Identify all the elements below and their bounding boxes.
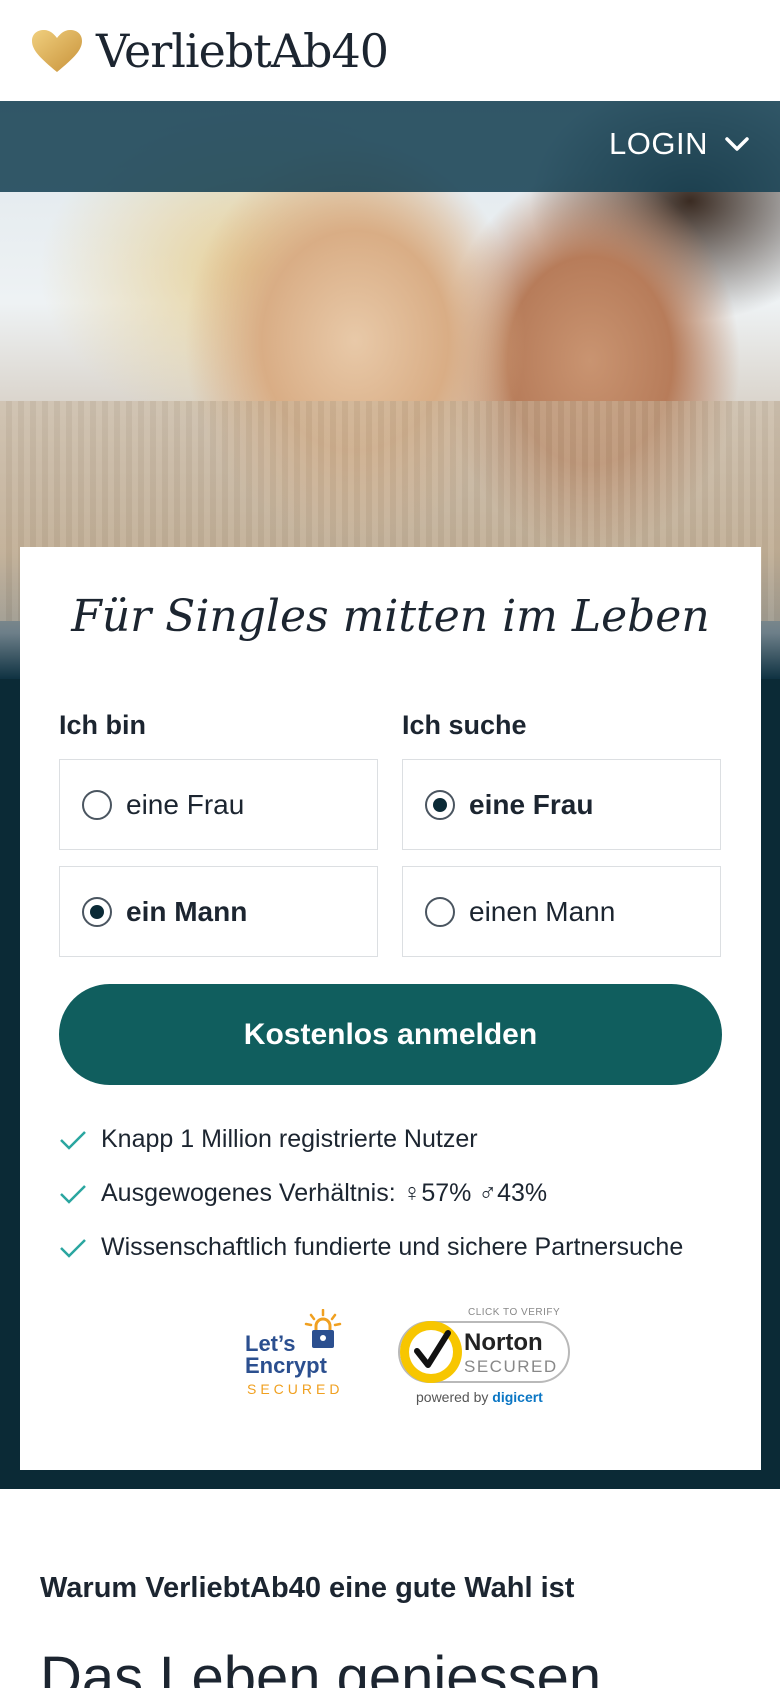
check-icon <box>60 1130 86 1150</box>
option-label: eine Frau <box>126 788 245 820</box>
card-title: Für Singles mitten im Leben <box>71 591 710 642</box>
norton-wordmark: Norton <box>464 1329 543 1356</box>
check-icon <box>60 1238 86 1258</box>
login-dropdown[interactable]: LOGIN <box>609 126 750 162</box>
option-label: eine Frau <box>469 788 594 820</box>
option-label: einen Mann <box>469 895 616 927</box>
login-label: LOGIN <box>609 126 708 161</box>
letsencrypt-wordmark: Let’s Encrypt <box>245 1331 327 1378</box>
ich-bin-label: Ich bin <box>59 710 146 740</box>
option-label: ein Mann <box>126 895 248 927</box>
feature-item: Knapp 1 Million registrierte Nutzer <box>59 1125 478 1154</box>
ich-suche-frau-option[interactable]: eine Frau <box>402 759 721 850</box>
feature-text: Wissenschaftlich fundierte und sichere P… <box>101 1233 684 1261</box>
site-header: VerliebtAb40 <box>0 0 780 101</box>
feature-item: Ausgewogenes Verhältnis: ♀57% ♂43% <box>59 1179 547 1208</box>
radio-unselected[interactable] <box>82 789 112 820</box>
check-icon <box>60 1184 86 1204</box>
register-button[interactable]: Kostenlos anmelden <box>59 984 722 1085</box>
radio-selected[interactable] <box>82 896 112 927</box>
feature-text: Knapp 1 Million registrierte Nutzer <box>101 1125 478 1153</box>
ich-bin-mann-option[interactable]: ein Mann <box>59 866 378 957</box>
feature-text: Ausgewogenes Verhältnis: ♀57% ♂43% <box>101 1179 548 1207</box>
section-big-heading: Das Leben geniessen <box>40 1645 602 1688</box>
letsencrypt-badge[interactable]: Let’s Encrypt SECURED <box>245 1309 345 1401</box>
click-to-verify-label: CLICK TO VERIFY <box>468 1307 561 1318</box>
norton-secured-label: SECURED <box>464 1357 558 1376</box>
letsencrypt-secured: SECURED <box>247 1381 344 1397</box>
feature-item: Wissenschaftlich fundierte und sichere P… <box>59 1233 683 1262</box>
chevron-down-icon <box>725 137 749 151</box>
brand-logo-text[interactable]: VerliebtAb40 <box>96 24 389 78</box>
ich-suche-mann-option[interactable]: einen Mann <box>402 866 721 957</box>
ich-bin-frau-option[interactable]: eine Frau <box>59 759 378 850</box>
radio-selected[interactable] <box>425 789 455 820</box>
checkmark-icon <box>409 1330 453 1374</box>
norton-check-icon <box>400 1321 462 1383</box>
heart-logo-icon <box>32 29 82 72</box>
norton-badge[interactable]: CLICK TO VERIFY Norton SECURED powered b… <box>398 1307 576 1407</box>
section-heading: Warum VerliebtAb40 eine gute Wahl ist <box>40 1572 575 1604</box>
radio-unselected[interactable] <box>425 896 455 927</box>
powered-by-label: powered by digicert <box>416 1389 543 1405</box>
ich-suche-label: Ich suche <box>402 710 527 740</box>
signup-card: Für Singles mitten im Leben Ich bin Ich … <box>20 547 761 1470</box>
